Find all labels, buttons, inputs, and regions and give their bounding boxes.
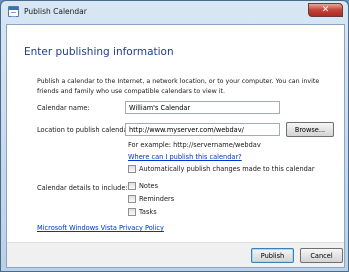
- publish-calendar-window: Publish Calendar ✕ Enter publishing info…: [0, 0, 349, 272]
- publish-button[interactable]: Publish: [251, 248, 294, 263]
- details-tasks-row[interactable]: Tasks: [128, 208, 157, 216]
- tasks-label: Tasks: [139, 208, 157, 216]
- notes-label: Notes: [139, 182, 159, 190]
- intro-text: Publish a calendar to the Internet, a ne…: [37, 78, 320, 95]
- dialog-content: Enter publishing information Publish a c…: [6, 24, 345, 268]
- details-reminders-row[interactable]: Reminders: [128, 195, 174, 203]
- reminders-label: Reminders: [139, 195, 175, 203]
- privacy-policy-link[interactable]: Microsoft Windows Vista Privacy Policy: [37, 224, 164, 232]
- example-text: For example: http://servername/webdav: [128, 141, 261, 149]
- browse-button[interactable]: Browse...: [286, 122, 334, 137]
- auto-publish-checkbox[interactable]: [128, 165, 136, 173]
- button-bar: Publish Cancel: [7, 242, 344, 267]
- calendar-name-input[interactable]: William's Calendar: [125, 101, 280, 114]
- close-button[interactable]: ✕: [308, 3, 343, 17]
- tasks-checkbox[interactable]: [128, 208, 136, 216]
- close-icon: ✕: [321, 4, 330, 15]
- details-notes-row[interactable]: Notes: [128, 182, 158, 190]
- dialog-heading: Enter publishing information: [24, 46, 174, 58]
- calendar-name-label: Calendar name:: [37, 104, 90, 112]
- auto-publish-label: Automatically publish changes made to th…: [139, 165, 315, 173]
- where-publish-link[interactable]: Where can I publish this calendar?: [128, 153, 242, 161]
- auto-publish-row[interactable]: Automatically publish changes made to th…: [128, 165, 315, 173]
- title-bar[interactable]: Publish Calendar ✕: [1, 1, 348, 23]
- cancel-button[interactable]: Cancel: [300, 248, 343, 263]
- window-title: Publish Calendar: [24, 7, 87, 16]
- reminders-checkbox[interactable]: [128, 195, 136, 203]
- location-label: Location to publish calendar:: [37, 126, 133, 134]
- location-input[interactable]: http://www.myserver.com/webdav/: [125, 123, 280, 136]
- calendar-icon: [8, 6, 19, 17]
- notes-checkbox[interactable]: [128, 182, 136, 190]
- details-label: Calendar details to include:: [37, 184, 128, 192]
